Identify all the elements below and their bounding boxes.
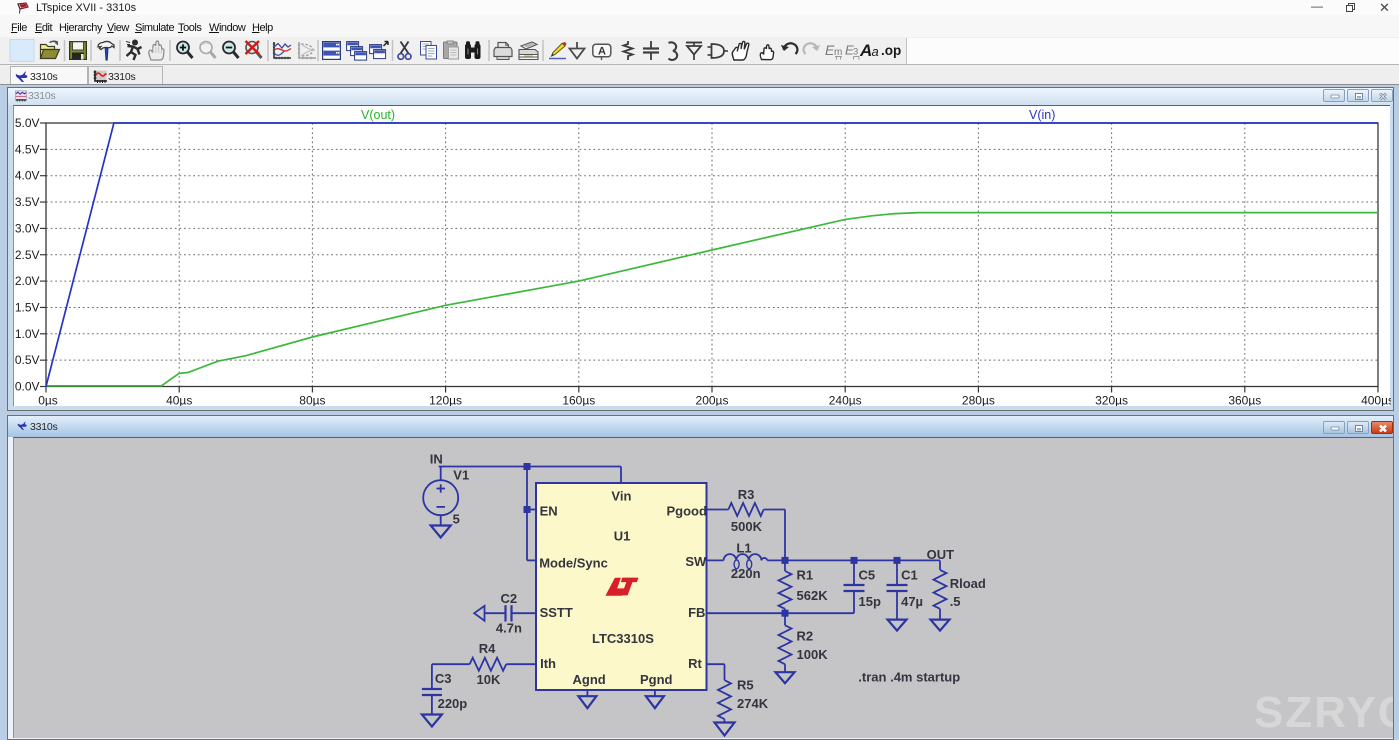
svg-text:L1: L1 [736,541,751,556]
svg-text:0µs: 0µs [38,394,58,407]
svg-text:160µs: 160µs [562,394,595,407]
svg-text:3.0V: 3.0V [15,221,40,235]
svg-text:240µs: 240µs [829,394,862,407]
svg-text:Rt: Rt [688,656,702,671]
svg-text:400µs: 400µs [1361,394,1391,407]
svg-text:2.0V: 2.0V [15,274,40,288]
svg-text:40µs: 40µs [166,394,192,407]
svg-text:C2: C2 [501,591,518,606]
svg-text:3: 3 [853,47,858,58]
svg-text:.5: .5 [950,594,961,609]
svg-text:Pgood: Pgood [667,504,707,519]
svg-text:47µ: 47µ [901,594,923,609]
svg-text:Agnd: Agnd [573,672,606,687]
svg-text:IN: IN [430,452,443,467]
svg-text:120µs: 120µs [429,394,462,407]
svg-text:3.5V: 3.5V [15,195,40,209]
svg-text:80µs: 80µs [299,394,325,407]
svg-text:V(in): V(in) [1029,108,1055,122]
svg-text:R5: R5 [737,678,754,693]
svg-text:Ith: Ith [540,656,556,671]
svg-text:1.5V: 1.5V [15,300,40,314]
svg-text:V(out): V(out) [361,108,395,122]
svg-text:4.7n: 4.7n [496,621,522,636]
svg-text:5: 5 [453,512,460,527]
svg-text:R3: R3 [738,487,755,502]
svg-text:.op: .op [881,43,901,58]
svg-text:C5: C5 [859,567,876,582]
svg-text:OUT: OUT [927,547,955,562]
svg-text:U1: U1 [614,529,631,544]
svg-text:A: A [598,45,606,57]
svg-text:274K: 274K [737,696,769,711]
svg-text:R4: R4 [479,641,496,656]
svg-text:100K: 100K [797,647,829,662]
svg-text:V1: V1 [453,468,469,483]
svg-text:220n: 220n [731,566,761,581]
svg-text:LTC3310S: LTC3310S [592,631,654,646]
svg-text:500K: 500K [731,519,763,534]
svg-text:360µs: 360µs [1228,394,1261,407]
svg-text:A: A [859,41,872,60]
svg-text:R1: R1 [797,567,814,582]
svg-text:220p: 220p [438,696,468,711]
svg-text:4.5V: 4.5V [15,142,40,156]
svg-text:280µs: 280µs [962,394,995,407]
svg-text:0.5V: 0.5V [15,353,40,367]
svg-text:FB: FB [688,605,705,620]
svg-text:C1: C1 [901,567,918,582]
svg-text:2.5V: 2.5V [15,248,40,262]
svg-text:SSTT: SSTT [540,605,573,620]
svg-text:0.0V: 0.0V [15,380,40,394]
svg-text:SW: SW [685,554,707,569]
svg-text:15p: 15p [859,594,881,609]
svg-text:EN: EN [540,504,558,519]
svg-text:200µs: 200µs [696,394,729,407]
svg-text:C3: C3 [435,671,452,686]
svg-text:1.0V: 1.0V [15,327,40,341]
svg-text:R2: R2 [797,629,814,644]
svg-text:10K: 10K [477,672,501,687]
svg-text:a: a [872,44,879,59]
svg-text:5.0V: 5.0V [15,116,40,130]
svg-text:562K: 562K [797,588,829,603]
svg-text:320µs: 320µs [1095,394,1128,407]
svg-text:4.0V: 4.0V [15,169,40,183]
svg-text:Mode/Sync: Mode/Sync [539,555,608,570]
svg-text:Pgnd: Pgnd [640,672,673,687]
svg-text:.tran .4m startup: .tran .4m startup [858,670,960,685]
svg-text:Vin: Vin [611,488,631,503]
svg-text:Rload: Rload [950,576,986,591]
